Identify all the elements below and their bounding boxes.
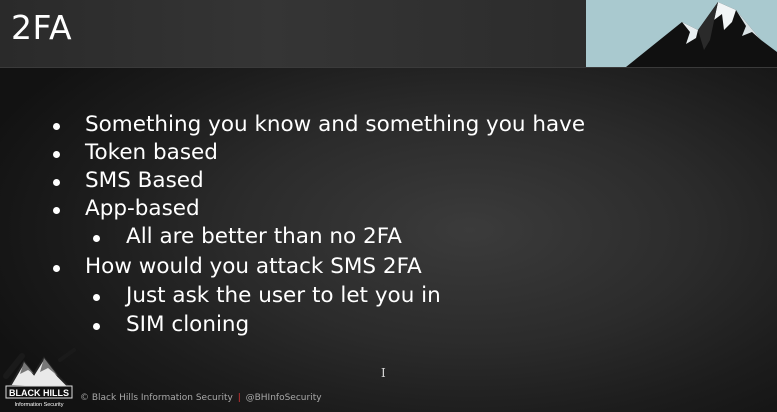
sub-bullet-item: Just ask the user to let you in xyxy=(126,283,441,308)
slide-header: 2FA xyxy=(0,0,777,68)
sub-bullet-item: SIM cloning xyxy=(126,312,250,337)
bullet-item: Token based xyxy=(85,140,218,165)
bullet-dot xyxy=(53,123,60,130)
sub-bullet-dot xyxy=(93,294,100,301)
bullet-dot xyxy=(53,265,60,272)
sub-bullet-dot xyxy=(93,323,100,330)
bullet-dot xyxy=(53,179,60,186)
mountain-image xyxy=(586,0,777,67)
logo-subtext: Information Security xyxy=(15,402,64,408)
slide-title: 2FA xyxy=(11,8,73,47)
sub-bullet-item: All are better than no 2FA xyxy=(126,224,402,249)
sub-bullet-dot xyxy=(93,235,100,242)
footer-separator: | xyxy=(237,393,241,403)
bullet-item: SMS Based xyxy=(85,168,204,193)
bullet-item: Something you know and something you hav… xyxy=(85,112,586,137)
black-hills-logo: BLACK HILLS Information Security xyxy=(0,346,78,412)
logo-text: BLACK HILLS xyxy=(9,388,69,398)
mountain-icon xyxy=(626,2,777,67)
bullet-item: App-based xyxy=(85,196,200,221)
bullet-dot xyxy=(53,151,60,158)
footer: © Black Hills Information Security | @BH… xyxy=(80,393,322,403)
bullet-dot xyxy=(53,207,60,214)
footer-copyright: © Black Hills Information Security xyxy=(80,393,233,403)
bullet-item: How would you attack SMS 2FA xyxy=(85,254,422,279)
footer-handle: @BHInfoSecurity xyxy=(245,393,322,403)
text-cursor-icon: I xyxy=(381,366,386,380)
slide: 2FA Something you know and something you… xyxy=(0,0,777,412)
